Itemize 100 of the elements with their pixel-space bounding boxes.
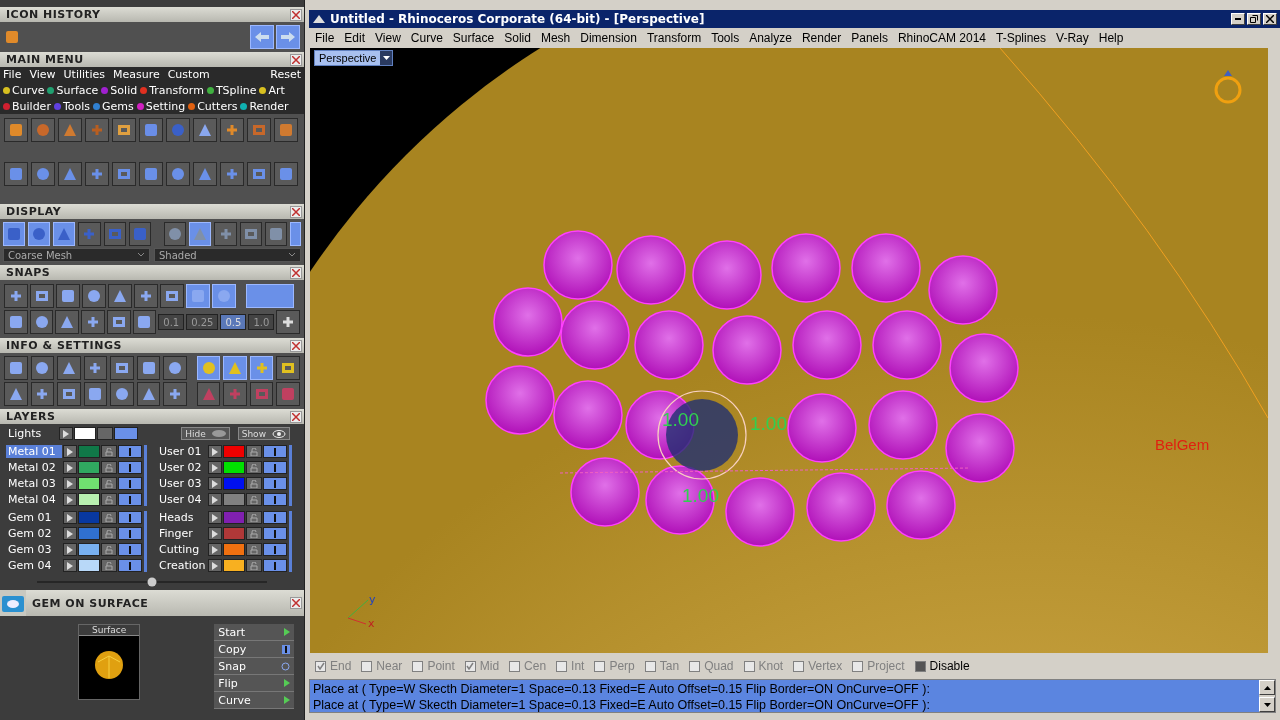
- shading-dropdown[interactable]: Shaded: [154, 248, 301, 262]
- tool-button[interactable]: [4, 284, 28, 308]
- tool-button[interactable]: [4, 310, 28, 334]
- tool-button[interactable]: [264, 222, 287, 246]
- category-link[interactable]: Tools: [53, 100, 90, 113]
- lock-button[interactable]: [101, 511, 117, 524]
- category-link[interactable]: Gems: [93, 100, 134, 113]
- visibility-button[interactable]: [118, 527, 142, 540]
- lock-button[interactable]: [246, 445, 262, 458]
- layer-color-swatch[interactable]: [223, 543, 245, 556]
- tool-button[interactable]: [139, 162, 163, 186]
- expand-button[interactable]: [208, 461, 222, 474]
- tool-button[interactable]: [214, 222, 237, 246]
- category-link[interactable]: Cutters: [188, 100, 238, 113]
- expand-button[interactable]: [63, 527, 77, 540]
- tool-button[interactable]: [136, 356, 161, 380]
- visibility-button[interactable]: [263, 559, 287, 572]
- menu-item[interactable]: Mesh: [536, 31, 575, 45]
- tool-button[interactable]: [164, 222, 187, 246]
- category-link[interactable]: Solid: [101, 84, 138, 97]
- tool-button[interactable]: [30, 382, 55, 406]
- layer-name[interactable]: Creation: [157, 559, 207, 572]
- menu-item[interactable]: Help: [1094, 31, 1128, 45]
- lock-button[interactable]: [101, 493, 117, 506]
- lock-button[interactable]: [246, 559, 262, 572]
- menu-item[interactable]: View: [29, 68, 56, 81]
- visibility-button[interactable]: [118, 543, 142, 556]
- show-button[interactable]: Show: [237, 427, 290, 440]
- visibility-button[interactable]: [118, 559, 142, 572]
- category-link[interactable]: Surface: [47, 84, 99, 97]
- tool-button[interactable]: [136, 382, 161, 406]
- layer-name[interactable]: User 01: [157, 445, 207, 458]
- layer-color-swatch[interactable]: [223, 511, 245, 524]
- tool-button[interactable]: [57, 382, 81, 406]
- tool-button[interactable]: [56, 284, 80, 308]
- tool-button[interactable]: [58, 162, 82, 186]
- tool-button[interactable]: [83, 382, 108, 406]
- visibility-button[interactable]: [263, 543, 287, 556]
- layer-name[interactable]: Metal 03: [6, 477, 62, 490]
- layer-name[interactable]: User 03: [157, 477, 207, 490]
- toggle-button[interactable]: [289, 222, 302, 246]
- menu-item[interactable]: Transform: [642, 31, 706, 45]
- lock-button[interactable]: [101, 477, 117, 490]
- expand-button[interactable]: [63, 511, 77, 524]
- visibility-button[interactable]: [263, 461, 287, 474]
- tool-button[interactable]: [108, 284, 132, 308]
- lock-button[interactable]: [246, 477, 262, 490]
- layer-name[interactable]: User 04: [157, 493, 207, 506]
- layer-name[interactable]: Gem 02: [6, 527, 62, 540]
- layer-name[interactable]: User 02: [157, 461, 207, 474]
- expand-button[interactable]: [208, 559, 222, 572]
- layer-name[interactable]: Metal 04: [6, 493, 62, 506]
- menu-item[interactable]: Surface: [448, 31, 499, 45]
- layer-name[interactable]: Cutting: [157, 543, 207, 556]
- expand-button[interactable]: [208, 511, 222, 524]
- tool-button[interactable]: [247, 162, 271, 186]
- category-link[interactable]: Curve: [3, 84, 45, 97]
- lock-button[interactable]: [97, 427, 113, 440]
- layer-color-swatch[interactable]: [223, 477, 245, 490]
- layer-color-swatch[interactable]: [223, 461, 245, 474]
- tool-button[interactable]: [112, 118, 136, 142]
- visibility-button[interactable]: [114, 427, 138, 440]
- tool-button[interactable]: [139, 118, 163, 142]
- layer-name[interactable]: Gem 01: [6, 511, 62, 524]
- lock-button[interactable]: [101, 543, 117, 556]
- layer-color-swatch[interactable]: [78, 527, 100, 540]
- lock-button[interactable]: [101, 461, 117, 474]
- visibility-button[interactable]: [118, 511, 142, 524]
- menu-item[interactable]: V-Ray: [1052, 31, 1093, 45]
- expand-button[interactable]: [63, 543, 77, 556]
- tool-button[interactable]: [29, 310, 54, 334]
- visibility-button[interactable]: [263, 477, 287, 490]
- osnap-checkbox[interactable]: Disable: [914, 659, 970, 673]
- visibility-button[interactable]: [118, 493, 142, 506]
- mesh-dropdown[interactable]: Coarse Mesh: [3, 248, 150, 262]
- tool-button[interactable]: [196, 356, 221, 380]
- lock-button[interactable]: [101, 445, 117, 458]
- category-link[interactable]: TSpline: [206, 84, 257, 97]
- tool-button[interactable]: [134, 284, 158, 308]
- tool-button[interactable]: [274, 162, 298, 186]
- tool-button[interactable]: [220, 162, 244, 186]
- tool-button[interactable]: [4, 162, 28, 186]
- expand-button[interactable]: [63, 559, 77, 572]
- tool-button[interactable]: [239, 222, 262, 246]
- tool-button[interactable]: [276, 310, 300, 334]
- expand-button[interactable]: [208, 527, 222, 540]
- menu-item[interactable]: View: [371, 31, 405, 45]
- scrollbar[interactable]: [1259, 680, 1275, 712]
- menu-item[interactable]: Dimension: [576, 31, 641, 45]
- layer-color-swatch[interactable]: [78, 511, 100, 524]
- layer-name[interactable]: Gem 03: [6, 543, 62, 556]
- tool-button[interactable]: [30, 356, 55, 380]
- tool-button[interactable]: [31, 162, 55, 186]
- category-link[interactable]: Render: [240, 100, 289, 113]
- tool-button[interactable]: [83, 356, 108, 380]
- visibility-button[interactable]: [118, 477, 142, 490]
- layer-color-swatch[interactable]: [223, 493, 245, 506]
- layer-name[interactable]: Heads: [157, 511, 207, 524]
- expand-button[interactable]: [63, 493, 77, 506]
- lock-button[interactable]: [246, 511, 262, 524]
